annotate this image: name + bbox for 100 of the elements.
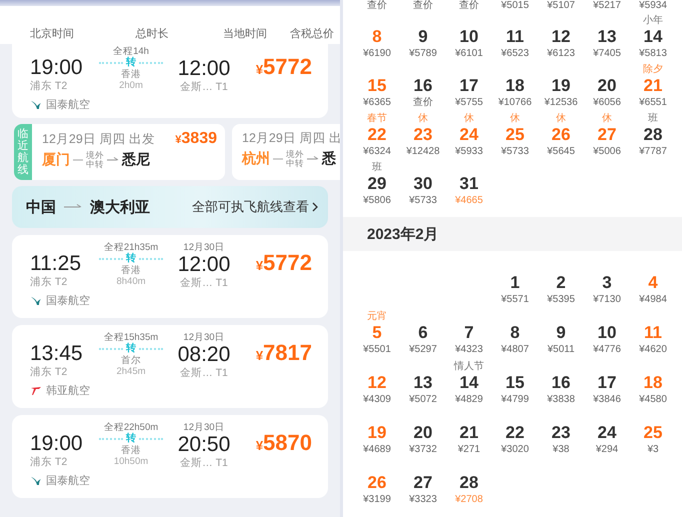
day-number[interactable]: 18 <box>506 76 524 96</box>
day-number[interactable]: 10 <box>598 323 616 343</box>
day-price: ¥4776 <box>593 343 621 356</box>
day-number[interactable]: 11 <box>506 27 524 47</box>
day-number[interactable]: 15 <box>506 373 524 393</box>
day-number[interactable]: 22 <box>506 423 524 443</box>
day-number[interactable]: 1 <box>510 273 520 293</box>
chevron-icon <box>312 202 318 212</box>
day-price: ¥5733 <box>501 145 529 158</box>
route-card[interactable]: 12月29日 周四 出 杭州 境外 中转 悉 <box>232 124 340 180</box>
route-banner[interactable]: 中国 澳大利亚 全部可执飞航线查看 <box>12 186 328 228</box>
day-number[interactable]: 28 <box>644 125 662 145</box>
all-routes-link[interactable]: 全部可执飞航线查看 <box>192 198 318 216</box>
day-number[interactable]: 19 <box>552 76 570 96</box>
day-number[interactable]: 12 <box>552 27 570 47</box>
day-number[interactable]: 20 <box>598 76 616 96</box>
day-number[interactable]: 13 <box>414 373 432 393</box>
destination-city: 悉尼 <box>122 151 150 169</box>
day-note: 班 <box>372 162 382 174</box>
day-number[interactable]: 10 <box>460 27 478 47</box>
day-price: ¥5395 <box>547 293 575 306</box>
day-price: ¥5072 <box>409 393 437 406</box>
day-price: 查价 <box>412 1 434 11</box>
day-price: ¥7130 <box>593 293 621 306</box>
arrival-date: 12月30日 <box>183 422 225 433</box>
day-price: ¥5501 <box>363 343 391 356</box>
layover-time: 10h50m <box>114 456 148 467</box>
transfer-mark: 转 <box>126 433 136 445</box>
day-price: ¥5015 <box>500 1 530 11</box>
departure-time: 19:00 <box>30 432 83 456</box>
day-number[interactable]: 8 <box>510 323 520 343</box>
day-note: 休 <box>464 113 474 125</box>
total-price: ¥5772 <box>256 249 312 277</box>
layover-time: 2h45m <box>116 366 146 377</box>
arrival-airport: 金斯… T1 <box>180 367 228 380</box>
day-number[interactable]: 16 <box>414 76 432 96</box>
destination-city: 悉 <box>322 150 336 168</box>
flight-card[interactable]: 13:45 浦东 T2 全程15h35m 转 首尔 2h45m 12月30日 08:20 金斯… T1 ¥7817 韩亚航空 <box>12 325 328 408</box>
day-note: 休 <box>556 113 566 125</box>
departure-airport: 浦东 T2 <box>30 80 68 93</box>
day-price: ¥4984 <box>639 293 667 306</box>
day-price: ¥5755 <box>455 96 483 109</box>
flight-card[interactable]: 11:25 浦东 T2 全程21h35m 转 香港 8h40m 12月30日 12:00 金斯… T1 ¥5772 国泰航空 <box>12 235 328 318</box>
day-number[interactable]: 7 <box>464 323 474 343</box>
departure-time: 11:25 <box>30 252 81 276</box>
day-number[interactable]: 24 <box>598 423 616 443</box>
arrival-date: 12月30日 <box>183 242 225 253</box>
transfer-mark: 转 <box>126 253 136 265</box>
day-number[interactable]: 29 <box>368 174 386 194</box>
origin-country: 中国 <box>26 198 56 216</box>
day-number[interactable]: 2 <box>556 273 566 293</box>
arrow-icon <box>64 204 82 210</box>
day-price: ¥7405 <box>593 47 621 60</box>
day-price: ¥271 <box>458 443 480 456</box>
departure-time: 19:00 <box>30 56 83 80</box>
day-number[interactable]: 30 <box>414 174 432 194</box>
total-duration: 全程22h50m <box>104 422 158 433</box>
departure-date: 12月29日 周四 出 <box>242 130 340 147</box>
arrow-icon <box>307 156 319 162</box>
day-number[interactable]: 13 <box>598 27 616 47</box>
route-card[interactable]: 临近航线 12月29日 周四 出发 ¥3839 厦门 境外 中转 悉尼 <box>14 124 225 180</box>
day-number[interactable]: 9 <box>418 27 428 47</box>
day-price: ¥4620 <box>639 343 667 356</box>
day-price: ¥6523 <box>501 47 529 60</box>
arrival-time: 12:00 <box>178 57 230 81</box>
day-number[interactable]: 21 <box>460 423 478 443</box>
route-price: ¥3839 <box>175 130 217 148</box>
airline-name: 韩亚航空 <box>46 384 90 398</box>
day-note: 休 <box>602 113 612 125</box>
day-number[interactable]: 17 <box>598 373 616 393</box>
day-price: ¥6365 <box>363 96 391 109</box>
day-number[interactable]: 31 <box>460 174 478 194</box>
flight-card[interactable]: 19:00 浦东 T2 全程14h 转 香港 2h0m 12:00 金斯… T1 ¥5772 国泰航空 <box>12 44 328 118</box>
destination-country: 澳大利亚 <box>90 198 150 216</box>
day-price: ¥5107 <box>546 1 576 11</box>
day-number[interactable]: 23 <box>552 423 570 443</box>
departure-date: 12月29日 周四 出发 <box>42 130 155 148</box>
departure-airport: 浦东 T2 <box>30 456 68 469</box>
day-price: ¥6551 <box>639 96 667 109</box>
day-price: ¥6324 <box>363 145 391 158</box>
day-number[interactable]: 27 <box>414 473 432 493</box>
day-number[interactable]: 14 <box>644 27 662 47</box>
day-number[interactable]: 16 <box>552 373 570 393</box>
day-price: ¥6101 <box>455 47 483 60</box>
day-note: 除夕 <box>643 64 663 76</box>
day-number[interactable]: 28 <box>460 473 478 493</box>
day-price: 查价 <box>458 1 480 11</box>
day-number[interactable]: 3 <box>602 273 612 293</box>
flight-card[interactable]: 19:00 浦东 T2 全程22h50m 转 香港 10h50m 12月30日 20:50 金斯… T1 ¥5870 国泰航空 <box>12 415 328 498</box>
day-number[interactable]: 20 <box>414 423 432 443</box>
day-note: 班 <box>648 113 658 125</box>
day-price: 查价 <box>413 96 433 109</box>
day-price: ¥5806 <box>363 194 391 207</box>
day-number[interactable]: 9 <box>556 323 566 343</box>
day-number[interactable]: 6 <box>418 323 428 343</box>
day-number[interactable]: 17 <box>460 76 478 96</box>
day-price: ¥5645 <box>547 145 575 158</box>
day-price: ¥3020 <box>501 443 529 456</box>
day-number[interactable]: 14 <box>460 373 478 393</box>
nearby-routes-tag: 临近航线 <box>14 124 32 180</box>
